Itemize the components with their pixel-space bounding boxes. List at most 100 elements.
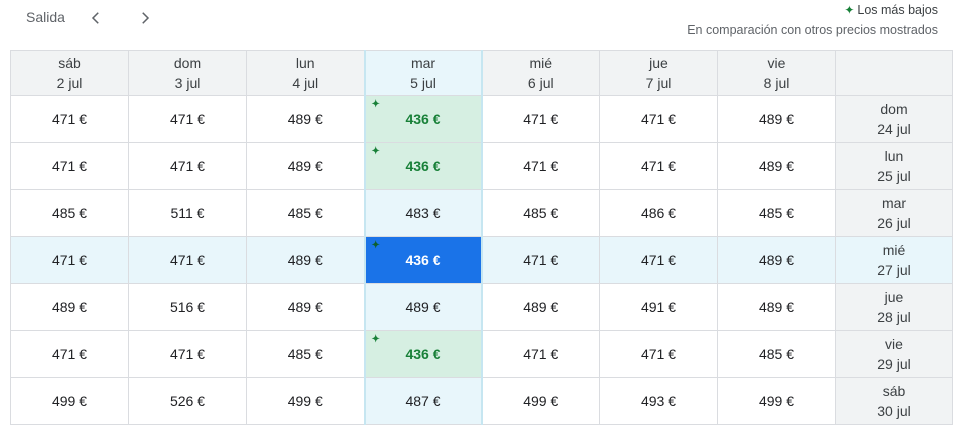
price-cell[interactable]: 489 €: [717, 283, 836, 331]
price-cell[interactable]: 471 €: [128, 95, 247, 143]
price-cell[interactable]: 499 €: [717, 377, 836, 425]
price-value: 487 €: [405, 393, 441, 409]
price-cell[interactable]: 489 €: [246, 236, 365, 284]
price-cell[interactable]: 471 €: [599, 142, 718, 190]
departure-date-header[interactable]: lun 4 jul: [246, 50, 365, 96]
date-label: 5 jul: [410, 75, 436, 91]
price-cell[interactable]: 485 €: [717, 189, 836, 237]
day-name: dom: [173, 55, 202, 71]
return-date-header[interactable]: dom 24 jul: [835, 95, 953, 143]
price-cell[interactable]: 485 €: [481, 189, 600, 237]
price-value: 471 €: [51, 111, 88, 127]
price-value: 485 €: [758, 205, 795, 221]
price-value: 526 €: [169, 393, 206, 409]
price-legend: ✦ Los más bajos En comparación con otros …: [687, 0, 938, 40]
price-cell[interactable]: 471 €: [599, 330, 718, 378]
price-cell[interactable]: 489 €: [363, 283, 483, 331]
price-value: 436 €: [405, 158, 441, 174]
departure-date-header[interactable]: mar 5 jul: [363, 50, 483, 96]
price-cell[interactable]: 485 €: [246, 189, 365, 237]
return-date-header[interactable]: vie 29 jul: [835, 330, 953, 378]
departure-date-header[interactable]: sáb 2 jul: [10, 50, 129, 96]
price-cell[interactable]: 499 €: [10, 377, 129, 425]
price-cell[interactable]: 489 €: [246, 95, 365, 143]
price-value: 486 €: [640, 205, 677, 221]
price-cell[interactable]: 489 €: [246, 142, 365, 190]
price-value: 489 €: [758, 299, 795, 315]
sparkle-icon: ✦: [371, 334, 380, 345]
price-cell[interactable]: 483 €: [363, 189, 483, 237]
price-cell[interactable]: 471 €: [128, 330, 247, 378]
price-value: 485 €: [287, 346, 323, 362]
departure-label: Salida: [26, 9, 65, 25]
return-date-header[interactable]: mar 26 jul: [835, 189, 953, 237]
price-cell[interactable]: 489 €: [10, 283, 129, 331]
return-date-header[interactable]: mié 27 jul: [835, 236, 953, 284]
price-value: 471 €: [51, 252, 88, 268]
date-label: 4 jul: [292, 75, 319, 91]
price-cell[interactable]: 491 €: [599, 283, 718, 331]
departure-dates-row: sáb 2 jul dom 3 jul lun 4 jul mar 5 jul mié 6 jul…: [10, 50, 953, 96]
price-cell[interactable]: ✦ 436 €: [363, 142, 483, 190]
day-name: lun: [884, 148, 904, 164]
price-cell[interactable]: 471 €: [599, 236, 718, 284]
price-value: 471 €: [51, 346, 88, 362]
return-date-header[interactable]: jue 28 jul: [835, 283, 953, 331]
departure-date-header[interactable]: mié 6 jul: [481, 50, 600, 96]
price-cell[interactable]: 471 €: [10, 95, 129, 143]
departure-date-header[interactable]: dom 3 jul: [128, 50, 247, 96]
price-cell[interactable]: 485 €: [246, 330, 365, 378]
return-date-row: 471 € 471 € 485 € ✦ 436 € 471 € 471 € 485 € vie 2…: [10, 330, 953, 378]
price-cell[interactable]: 471 €: [10, 142, 129, 190]
price-cell[interactable]: 471 €: [481, 330, 600, 378]
price-value: 471 €: [523, 346, 559, 362]
price-cell[interactable]: 485 €: [10, 189, 129, 237]
date-label: 27 jul: [877, 262, 911, 278]
date-label: 24 jul: [877, 121, 911, 137]
price-cell[interactable]: 516 €: [128, 283, 247, 331]
price-cell[interactable]: 471 €: [128, 142, 247, 190]
price-value: 516 €: [169, 299, 206, 315]
price-cell[interactable]: 471 €: [10, 236, 129, 284]
price-cell[interactable]: 489 €: [246, 283, 365, 331]
return-date-row: 471 € 471 € 489 € ✦ 436 € 471 € 471 € 489 € mié 2…: [10, 236, 953, 284]
price-cell[interactable]: 489 €: [717, 95, 836, 143]
price-cell[interactable]: 471 €: [128, 236, 247, 284]
price-cell[interactable]: 489 €: [717, 142, 836, 190]
price-cell[interactable]: ✦ 436 €: [363, 236, 483, 284]
departure-date-header[interactable]: vie 8 jul: [717, 50, 836, 96]
day-name: mié: [882, 242, 906, 258]
price-cell[interactable]: 471 €: [599, 95, 718, 143]
date-label: 6 jul: [527, 75, 554, 91]
day-name: lun: [295, 55, 315, 71]
price-cell[interactable]: 499 €: [481, 377, 600, 425]
price-value: 511 €: [170, 205, 205, 221]
next-dates-button[interactable]: [133, 6, 157, 30]
return-date-header[interactable]: lun 25 jul: [835, 142, 953, 190]
price-cell[interactable]: 471 €: [481, 95, 600, 143]
price-cell[interactable]: ✦ 436 €: [363, 330, 483, 378]
previous-dates-button[interactable]: [84, 6, 108, 30]
price-value: 471 €: [169, 346, 206, 362]
price-cell[interactable]: 489 €: [481, 283, 600, 331]
price-cell[interactable]: 526 €: [128, 377, 247, 425]
price-cell[interactable]: 471 €: [481, 142, 600, 190]
price-value: 485 €: [758, 346, 795, 362]
return-date-header[interactable]: sáb 30 jul: [835, 377, 953, 425]
price-cell[interactable]: 471 €: [481, 236, 600, 284]
price-value: 499 €: [523, 393, 559, 409]
day-name: sáb: [58, 55, 81, 71]
price-cell[interactable]: 511 €: [128, 189, 247, 237]
price-cell[interactable]: 493 €: [599, 377, 718, 425]
price-cell[interactable]: ✦ 436 €: [363, 95, 483, 143]
sparkle-icon: ✦: [844, 3, 855, 17]
price-cell[interactable]: 489 €: [717, 236, 836, 284]
price-value: 471 €: [640, 111, 677, 127]
price-cell[interactable]: 485 €: [717, 330, 836, 378]
price-cell[interactable]: 471 €: [10, 330, 129, 378]
departure-date-header[interactable]: jue 7 jul: [599, 50, 718, 96]
price-cell[interactable]: 499 €: [246, 377, 365, 425]
price-cell[interactable]: 487 €: [363, 377, 483, 425]
price-cell[interactable]: 486 €: [599, 189, 718, 237]
price-value: 489 €: [758, 158, 795, 174]
